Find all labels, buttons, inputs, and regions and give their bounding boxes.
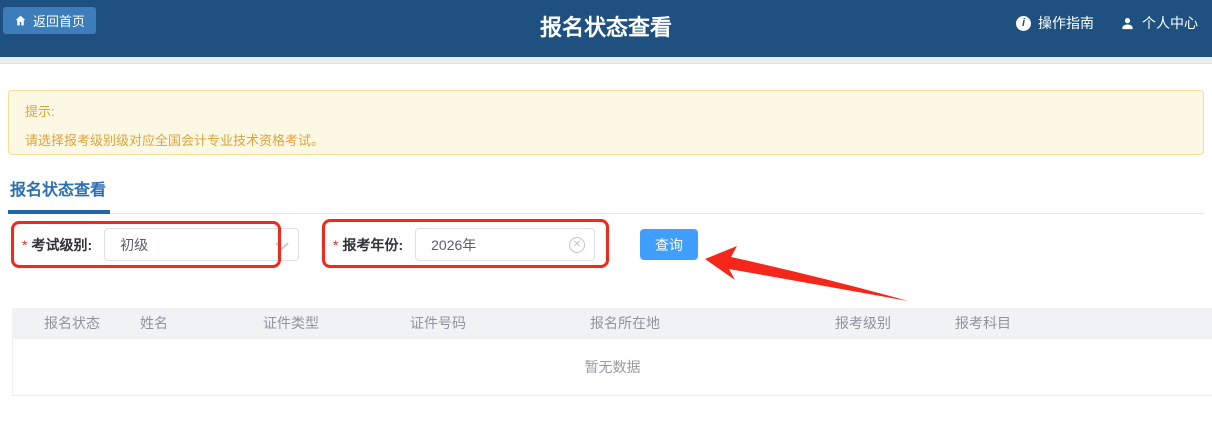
info-icon: i — [1016, 16, 1031, 31]
col-header-status: 报名状态 — [44, 308, 100, 339]
col-header-subject: 报考科目 — [955, 308, 1011, 339]
col-header-name: 姓名 — [140, 308, 168, 339]
registration-status-page: 返回首页 报名状态查看 i 操作指南 个人中心 提示: 请选择报考级别级对应全国… — [0, 0, 1212, 425]
results-table: 报名状态 姓名 证件类型 证件号码 报名所在地 报考级别 报考科目 暂无数据 — [12, 308, 1212, 396]
exam-level-label: 考试级别: — [31, 235, 92, 255]
section-title: 报名状态查看 — [8, 176, 110, 214]
query-button[interactable]: 查询 — [640, 229, 698, 260]
exam-year-label: 报考年份: — [342, 235, 403, 255]
annotation-arrow-icon — [700, 243, 912, 305]
user-icon — [1120, 16, 1135, 31]
notice-body: 请选择报考级别级对应全国会计专业技术资格考试。 — [25, 130, 1187, 149]
back-home-label: 返回首页 — [33, 11, 85, 30]
col-header-level: 报考级别 — [835, 308, 891, 339]
col-header-id-type: 证件类型 — [263, 308, 319, 339]
profile-link[interactable]: 个人中心 — [1120, 13, 1198, 33]
exam-level-value: 初级 — [105, 235, 148, 255]
table-body: 暂无数据 — [12, 339, 1212, 396]
subheader-strip — [0, 57, 1212, 64]
section-header: 报名状态查看 — [8, 176, 1204, 214]
exam-year-input-box: ✕ — [415, 228, 595, 261]
col-header-location: 报名所在地 — [590, 308, 660, 339]
chevron-down-icon — [275, 242, 289, 250]
col-header-id-number: 证件号码 — [410, 308, 466, 339]
exam-year-field: * 报考年份: ✕ — [333, 222, 595, 267]
top-header: 返回首页 报名状态查看 i 操作指南 个人中心 — [0, 0, 1212, 57]
guide-label: 操作指南 — [1038, 13, 1094, 33]
exam-level-select[interactable]: 初级 — [104, 228, 299, 261]
empty-state: 暂无数据 — [585, 357, 641, 377]
back-home-button[interactable]: 返回首页 — [3, 7, 96, 34]
guide-link[interactable]: i 操作指南 — [1016, 13, 1094, 33]
page-title: 报名状态查看 — [540, 10, 672, 42]
clear-icon[interactable]: ✕ — [569, 237, 585, 253]
header-right: i 操作指南 个人中心 — [1016, 13, 1198, 33]
notice-title: 提示: — [25, 101, 1187, 120]
home-icon — [14, 14, 27, 27]
required-mark: * — [333, 237, 338, 253]
notice-box: 提示: 请选择报考级别级对应全国会计专业技术资格考试。 — [8, 90, 1204, 155]
table-header-row: 报名状态 姓名 证件类型 证件号码 报名所在地 报考级别 报考科目 — [12, 308, 1212, 339]
exam-level-field: * 考试级别: 初级 — [22, 222, 299, 267]
profile-label: 个人中心 — [1142, 13, 1198, 33]
exam-year-input[interactable] — [416, 229, 594, 260]
required-mark: * — [22, 237, 27, 253]
